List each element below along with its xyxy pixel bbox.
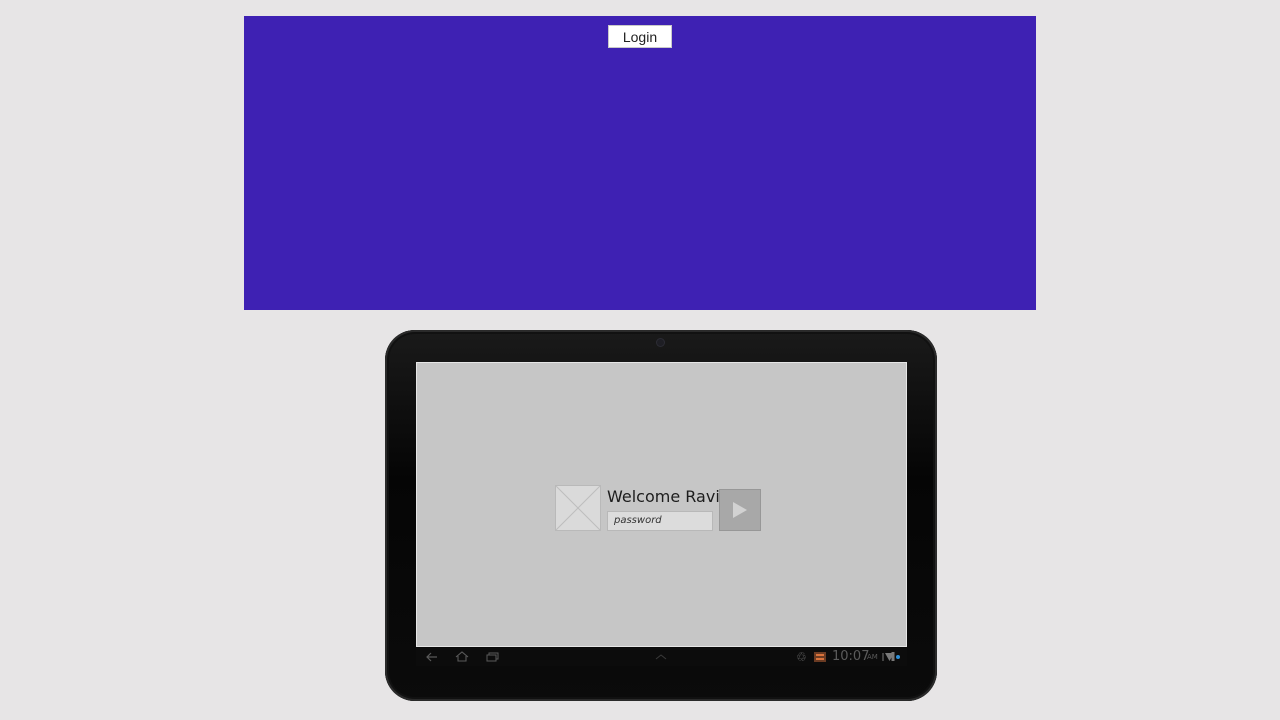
- status-dot: [896, 655, 900, 659]
- welcome-message: Welcome Ravi!: [607, 487, 727, 506]
- notification-icon[interactable]: [814, 652, 826, 662]
- play-icon: [733, 502, 747, 518]
- login-banner: Login: [244, 16, 1036, 310]
- up-chevron-icon[interactable]: [655, 653, 667, 661]
- system-bar: ♲ 10:07 AM: [416, 648, 907, 666]
- home-icon[interactable]: [455, 651, 469, 662]
- tablet-screen: Welcome Ravi! password: [416, 362, 907, 647]
- recycle-icon: ♲: [796, 650, 807, 664]
- login-button[interactable]: Login: [608, 25, 672, 48]
- battery-icon: [891, 652, 895, 661]
- back-icon[interactable]: [426, 652, 438, 662]
- go-button[interactable]: [719, 489, 761, 531]
- clock-ampm: AM: [867, 653, 878, 661]
- image-placeholder-icon: [555, 485, 601, 531]
- clock-time: 10:07: [832, 649, 870, 664]
- camera-icon: [657, 339, 664, 346]
- tablet-device-frame: Welcome Ravi! password ♲ 10:07 AM: [385, 330, 937, 701]
- recent-apps-icon[interactable]: [486, 652, 499, 662]
- password-input[interactable]: password: [607, 511, 713, 531]
